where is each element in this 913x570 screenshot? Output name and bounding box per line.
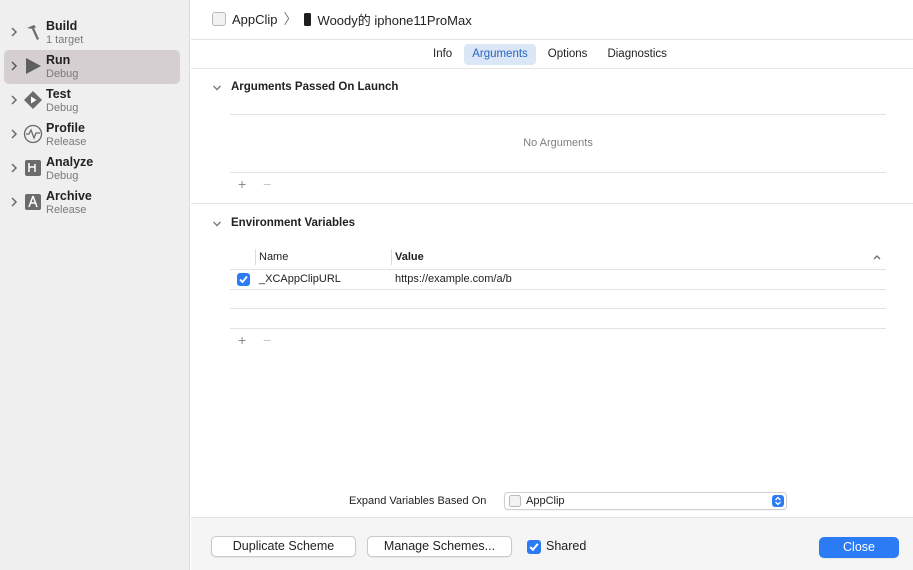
chevron-right-icon[interactable] — [9, 25, 19, 39]
shared-checkbox[interactable] — [527, 540, 541, 554]
chevron-down-icon[interactable] — [212, 220, 222, 228]
sidebar-item-subtitle: Debug — [46, 102, 79, 114]
section-divider — [191, 203, 913, 204]
column-header-value[interactable]: Value — [395, 251, 424, 263]
analyze-icon — [25, 160, 41, 176]
tabs-divider — [191, 68, 913, 69]
checkmark-icon — [529, 543, 539, 552]
table-bottom-border — [230, 328, 886, 329]
add-env-var-button[interactable]: + — [238, 332, 246, 348]
expand-variables-popup[interactable]: AppClip — [504, 492, 787, 510]
tab-bar: Info Arguments Options Diagnostics — [425, 44, 675, 65]
column-divider — [255, 249, 256, 265]
sidebar-item-subtitle: Release — [46, 136, 87, 148]
chevron-right-icon[interactable] — [9, 59, 19, 73]
table-row-border — [230, 289, 886, 290]
chevron-right-icon[interactable] — [9, 127, 19, 141]
breadcrumb-scheme[interactable]: AppClip — [232, 12, 278, 27]
test-diamond-icon — [24, 91, 42, 109]
no-arguments-message: No Arguments — [523, 137, 593, 149]
chevron-right-icon[interactable] — [9, 195, 19, 209]
sidebar-item-subtitle: Debug — [46, 170, 79, 182]
tab-arguments[interactable]: Arguments — [464, 44, 536, 65]
archive-icon — [25, 194, 41, 210]
env-var-name[interactable]: _XCAppClipURL — [259, 273, 341, 285]
sidebar-item-run[interactable]: Run Debug — [4, 50, 180, 84]
app-scheme-icon — [212, 12, 226, 26]
tab-diagnostics[interactable]: Diagnostics — [599, 44, 674, 65]
sidebar-item-subtitle: Debug — [46, 68, 79, 80]
breadcrumb: AppClip 〉 Woody的 iphone11ProMax — [212, 9, 472, 29]
chevron-right-icon[interactable] — [9, 93, 19, 107]
shared-label[interactable]: Shared — [546, 539, 586, 553]
sidebar-item-title: Analyze — [46, 155, 94, 169]
hammer-icon — [27, 25, 39, 40]
scheme-action-sidebar: Build 1 target Run Debug Test Debug Prof… — [0, 0, 190, 570]
remove-argument-button[interactable]: − — [263, 176, 271, 192]
env-section-title: Environment Variables — [231, 217, 355, 229]
checkmark-icon — [239, 275, 248, 284]
sidebar-item-title: Run — [46, 53, 71, 67]
waveform-icon — [23, 124, 43, 144]
sidebar-item-title: Test — [46, 87, 71, 101]
column-header-name[interactable]: Name — [259, 251, 288, 263]
table-header-border — [230, 269, 886, 270]
sidebar-item-analyze[interactable]: Analyze Debug — [4, 152, 180, 186]
sort-ascending-icon[interactable] — [872, 254, 882, 261]
iphone-icon — [303, 12, 311, 26]
expand-variables-selected: AppClip — [526, 495, 565, 507]
manage-schemes-button[interactable]: Manage Schemes... — [367, 536, 512, 557]
duplicate-scheme-button[interactable]: Duplicate Scheme — [211, 536, 356, 557]
env-enabled-checkbox[interactable] — [237, 273, 250, 286]
chevron-right-icon[interactable] — [9, 161, 19, 175]
remove-env-var-button[interactable]: − — [263, 332, 271, 348]
sidebar-item-profile[interactable]: Profile Release — [4, 118, 180, 152]
sidebar-item-subtitle: 1 target — [46, 34, 84, 46]
breadcrumb-device[interactable]: Woody的 iphone11ProMax — [318, 10, 472, 29]
header-divider — [191, 39, 913, 40]
add-argument-button[interactable]: + — [238, 176, 246, 192]
sidebar-item-subtitle: Release — [46, 204, 87, 216]
env-var-value[interactable]: https://example.com/a/b — [395, 273, 512, 285]
sidebar-item-archive[interactable]: Archive Release — [4, 186, 180, 220]
sidebar-item-title: Profile — [46, 121, 85, 135]
expand-variables-label: Expand Variables Based On — [349, 495, 487, 507]
arguments-list-top-border — [230, 114, 886, 115]
table-row-border — [230, 308, 886, 309]
sidebar-item-title: Archive — [46, 189, 92, 203]
app-scheme-icon — [509, 495, 521, 507]
breadcrumb-chevron-icon: 〉 — [283, 11, 298, 27]
tab-options[interactable]: Options — [540, 44, 596, 65]
close-button[interactable]: Close — [819, 537, 899, 558]
sidebar-item-test[interactable]: Test Debug — [4, 84, 180, 118]
tab-info[interactable]: Info — [425, 44, 460, 65]
arguments-list-bottom-border — [230, 172, 886, 173]
popup-stepper-icon — [772, 495, 784, 507]
sidebar-item-build[interactable]: Build 1 target — [4, 16, 180, 50]
column-divider[interactable] — [391, 249, 392, 265]
play-icon — [26, 58, 41, 74]
chevron-down-icon[interactable] — [212, 84, 222, 92]
arguments-section-title: Arguments Passed On Launch — [231, 81, 399, 93]
sidebar-item-title: Build — [46, 19, 78, 33]
